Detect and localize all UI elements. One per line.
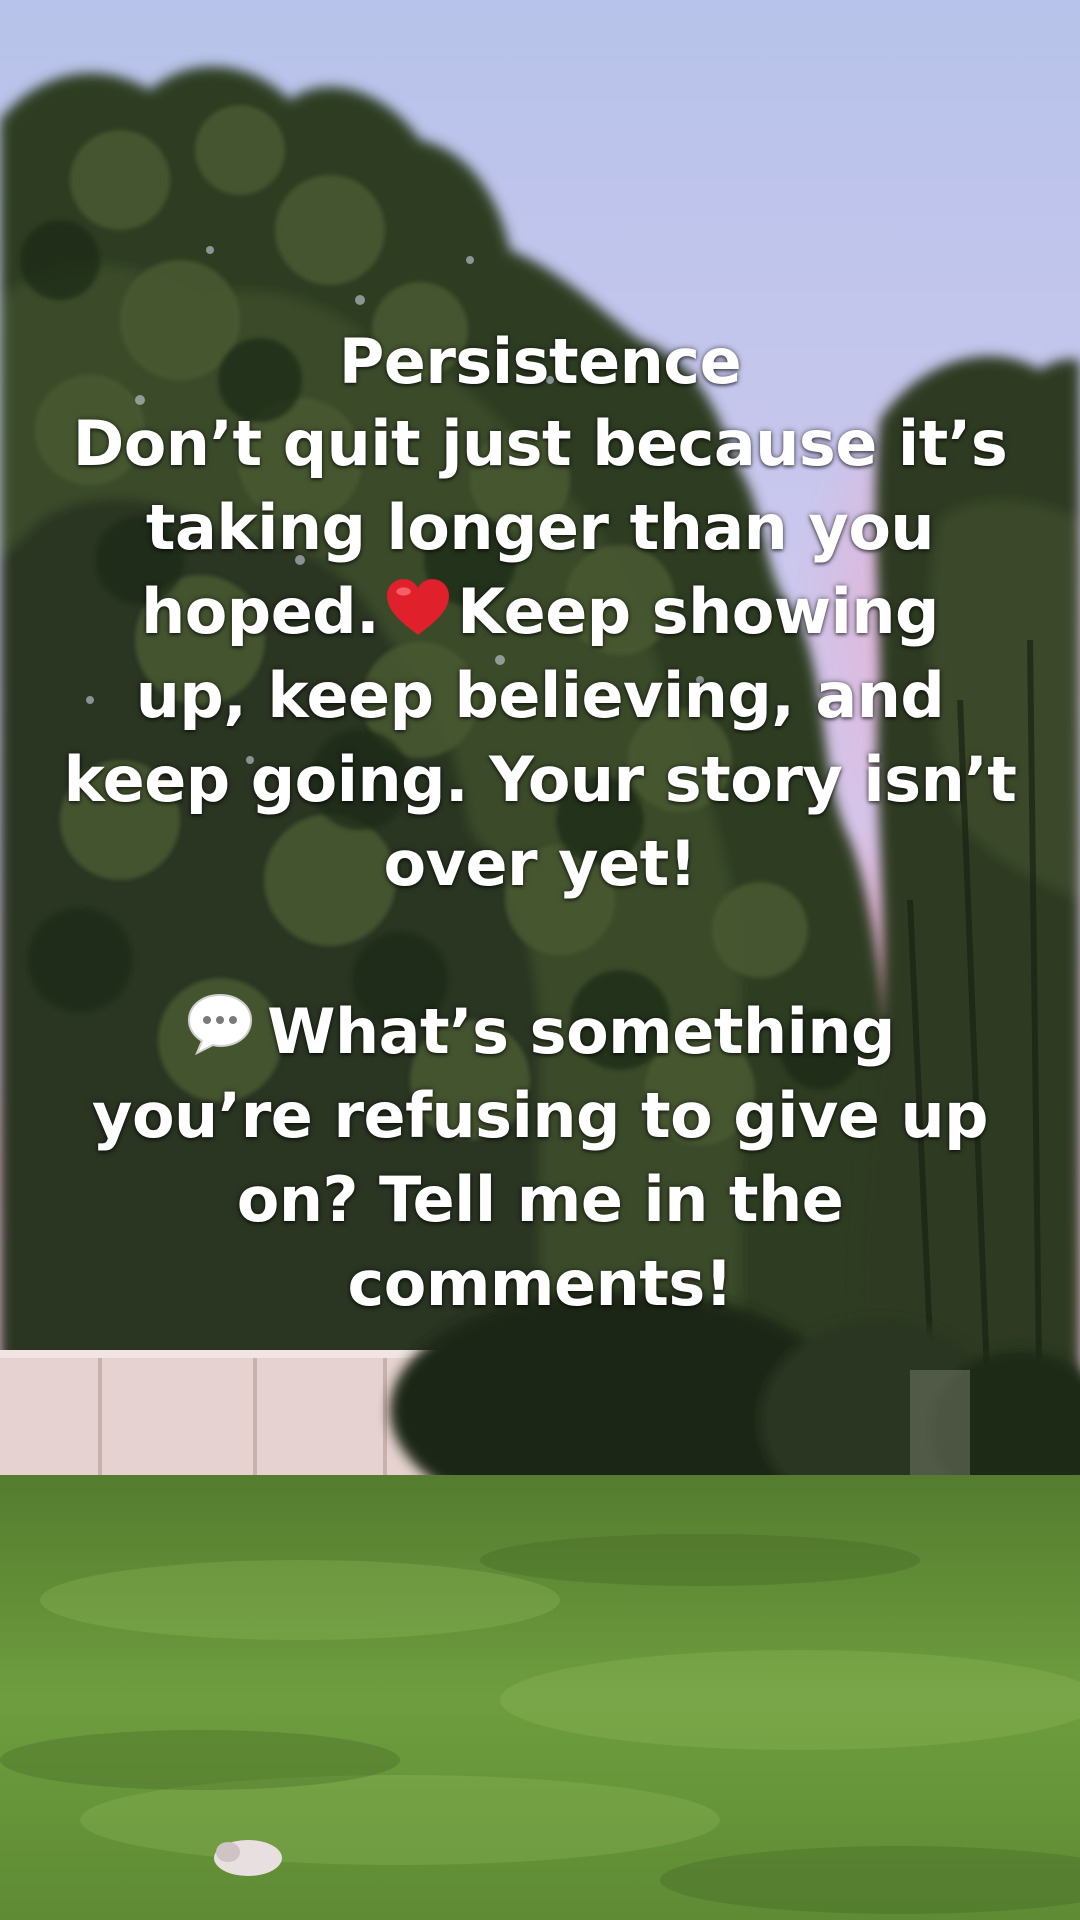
caption-fragment: What’s something: [267, 995, 895, 1068]
caption-line: keep going. Your story isn’t: [63, 743, 1017, 816]
caption-line: over yet!: [383, 827, 697, 900]
caption-line: on? Tell me in the: [236, 1163, 844, 1236]
caption-fragment: hoped.: [141, 575, 380, 648]
speech-bubble-icon: [188, 993, 253, 1056]
caption-title: Persistence: [338, 325, 742, 398]
caption-line: comments!: [347, 1247, 733, 1320]
video-frame: Persistence Don’t quit just because it’s…: [0, 0, 1080, 1920]
caption-line: up, keep believing, and: [135, 659, 945, 732]
caption-overlay: Persistence Don’t quit just because it’s…: [40, 322, 1040, 1326]
caption-line: taking longer than you: [145, 491, 935, 564]
caption-line: hoped. Keep showing: [40, 570, 1040, 654]
caption-line: Don’t quit just because it’s: [72, 407, 1008, 480]
caption-fragment: Keep showing: [457, 575, 939, 648]
caption-line: What’s something: [40, 990, 1040, 1074]
red-heart-icon: [387, 579, 450, 635]
caption-line: you’re refusing to give up: [92, 1079, 988, 1152]
